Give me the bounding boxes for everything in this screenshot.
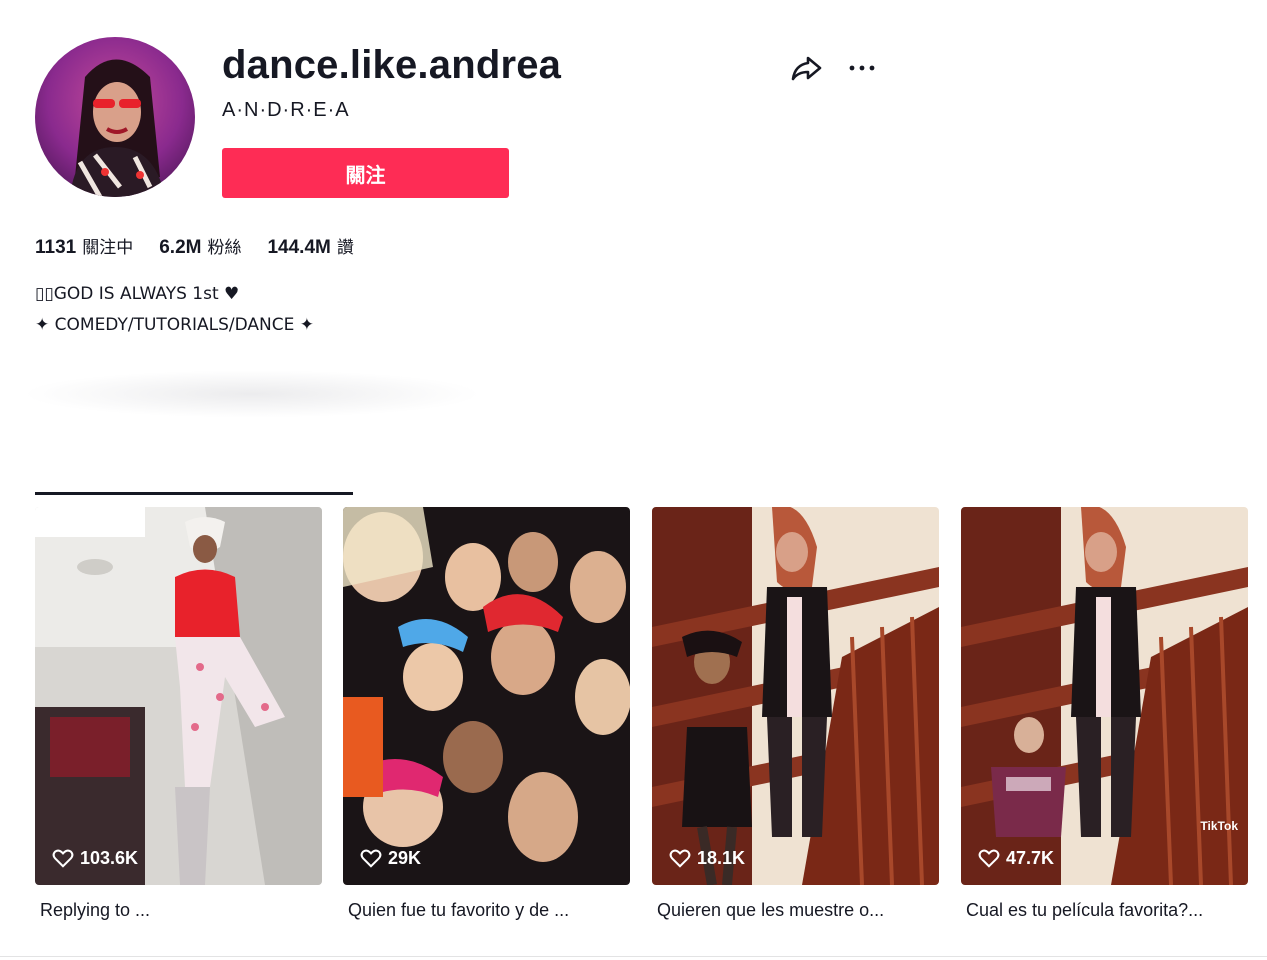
bio-line-1: ▯▯GOD IS ALWAYS 1st ♥ <box>35 284 240 304</box>
follow-button[interactable]: 關注 <box>222 148 509 198</box>
stat-followers-value: 6.2M <box>159 237 202 258</box>
stat-likes: 144.4M 讚 <box>267 233 353 259</box>
video-likes: 47.7K <box>978 847 1054 869</box>
video-caption[interactable]: Cual es tu película favorita?... <box>961 899 1248 921</box>
video-caption[interactable]: Replying to ... <box>35 899 322 921</box>
profile-username: dance.like.andrea <box>222 43 562 87</box>
video-likes-count: 103.6K <box>80 847 139 868</box>
video-thumbnail[interactable]: 103.6K <box>35 507 322 885</box>
blurred-link-area <box>22 370 482 418</box>
stat-followers[interactable]: 6.2M 粉絲 <box>159 233 241 259</box>
video-caption[interactable]: Quieren que les muestre o... <box>652 899 939 921</box>
video-thumbnail[interactable]: 18.1K <box>652 507 939 885</box>
video-likes-count: 29K <box>388 847 422 868</box>
stat-following-value: 1131 <box>35 237 77 258</box>
video-card[interactable]: 18.1K Quieren que les muestre o... <box>652 507 939 921</box>
video-likes-count: 18.1K <box>697 847 746 868</box>
tiktok-watermark: TikTok <box>1200 819 1238 833</box>
more-icon <box>849 65 875 71</box>
video-thumbnail[interactable]: TikTok 47.7K <box>961 507 1248 885</box>
share-button[interactable] <box>788 50 824 86</box>
video-thumbnail-image <box>343 507 630 885</box>
avatar-image <box>35 37 195 197</box>
video-thumbnail[interactable]: 29K <box>343 507 630 885</box>
video-thumbnail-image <box>652 507 939 885</box>
heart-icon <box>52 849 74 868</box>
video-likes: 103.6K <box>52 847 138 869</box>
video-card[interactable]: 29K Quien fue tu favorito y de ... <box>343 507 630 921</box>
video-likes-count: 47.7K <box>1006 847 1055 868</box>
bio-line-2: ✦ COMEDY/TUTORIALS/DANCE ✦ <box>35 315 315 335</box>
video-card[interactable]: TikTok 47.7K Cual es tu película favorit… <box>961 507 1248 921</box>
stat-followers-label: 粉絲 <box>207 238 242 258</box>
video-card[interactable]: 103.6K Replying to ... <box>35 507 322 921</box>
stat-following-label: 關注中 <box>82 238 134 258</box>
more-options-button[interactable] <box>844 50 880 86</box>
profile-bio: ▯▯GOD IS ALWAYS 1st ♥ ✦ COMEDY/TUTORIALS… <box>35 279 314 341</box>
divider <box>0 956 1267 957</box>
profile-nickname: A·N·D·R·E·A <box>222 99 350 121</box>
share-icon <box>791 56 822 81</box>
videos-tab-indicator <box>35 492 353 495</box>
heart-icon <box>669 849 691 868</box>
stat-likes-value: 144.4M <box>267 237 331 258</box>
video-caption[interactable]: Quien fue tu favorito y de ... <box>343 899 630 921</box>
video-likes: 18.1K <box>669 847 745 869</box>
stat-following[interactable]: 1131 關注中 <box>35 233 133 259</box>
avatar[interactable] <box>35 37 195 197</box>
profile-stats: 1131 關注中 6.2M 粉絲 144.4M 讚 <box>35 233 380 259</box>
heart-icon <box>360 849 382 868</box>
heart-icon <box>978 849 1000 868</box>
stat-likes-label: 讚 <box>336 238 354 258</box>
video-likes: 29K <box>360 847 421 869</box>
video-thumbnail-image <box>35 507 322 885</box>
